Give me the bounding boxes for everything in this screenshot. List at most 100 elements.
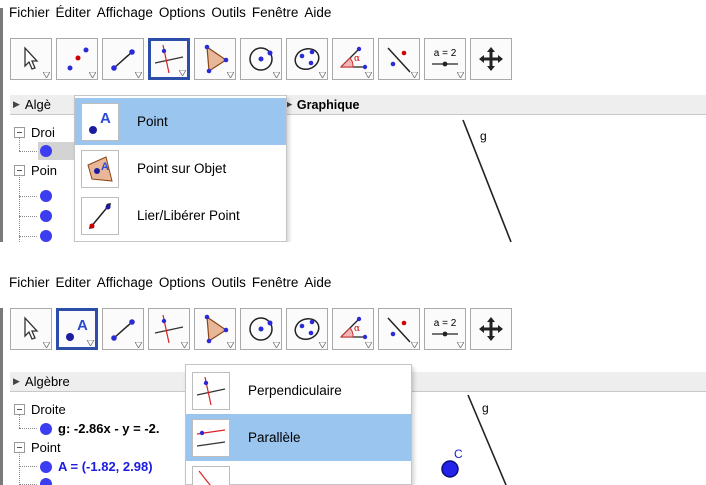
menu-item-perpendicular-bisector[interactable] [186, 461, 411, 485]
menu-bar: Fichier Editer Affichage Options Outils … [0, 270, 706, 294]
menu-item-label: Lier/Libérer Point [137, 208, 240, 223]
graphics-view[interactable] [285, 116, 706, 242]
svg-text:A: A [100, 110, 111, 127]
tool-line[interactable] [102, 38, 144, 80]
algebra-title: Algèbre [24, 374, 70, 389]
point-c[interactable] [441, 460, 459, 478]
polygon-icon [204, 314, 229, 344]
menu-item-point[interactable]: A Point [75, 98, 286, 145]
menu-outils[interactable]: Outils [208, 275, 249, 290]
menu-bar: Fichier Éditer Affichage Options Outils … [0, 0, 706, 24]
tool-move[interactable] [10, 38, 52, 80]
menu-aide[interactable]: Aide [301, 5, 334, 20]
menu-options[interactable]: Options [156, 275, 209, 290]
tool-conic[interactable] [286, 38, 328, 80]
tool-circle[interactable] [240, 38, 282, 80]
line-g[interactable] [462, 119, 512, 242]
svg-text:α: α [354, 324, 360, 334]
point-icon: A [81, 102, 119, 141]
tool-point[interactable]: A [56, 308, 98, 350]
collapse-arrow-icon[interactable]: ▶ [13, 376, 20, 387]
menu-options[interactable]: Options [156, 5, 209, 20]
visibility-dot-icon[interactable] [40, 190, 52, 202]
slider-label: a = 2 [434, 48, 457, 59]
tool-circle[interactable] [240, 308, 282, 350]
slider-icon: a = 2 [432, 48, 458, 67]
tree-group-label: Point [31, 440, 61, 455]
menu-affichage[interactable]: Affichage [94, 275, 156, 290]
menu-item-perpendicular[interactable]: Perpendiculaire [186, 367, 411, 414]
svg-text:α: α [354, 54, 360, 64]
visibility-dot-icon[interactable] [40, 478, 52, 485]
tool-angle[interactable]: α [332, 38, 374, 80]
perpendicular-line-icon [192, 371, 230, 410]
tree-item-line-g[interactable]: g: -2.86x - y = -2. [40, 421, 160, 436]
graphics-view[interactable] [440, 393, 706, 485]
menu-item-label: Perpendiculaire [248, 383, 342, 398]
menu-fenetre[interactable]: Fenêtre [249, 5, 302, 20]
tree-item-label: g: -2.86x - y = -2. [58, 421, 160, 436]
tool-move-graphics[interactable] [470, 38, 512, 80]
tool-polygon[interactable] [194, 38, 236, 80]
tool-angle[interactable]: α [332, 308, 374, 350]
slider-label: a = 2 [434, 318, 457, 329]
reflect-icon [387, 47, 411, 73]
circle-icon [249, 317, 273, 341]
tree-group-droite[interactable]: Droite [14, 402, 66, 417]
collapse-arrow-icon[interactable]: ▶ [13, 99, 20, 110]
move-icon [24, 46, 39, 70]
tool-perpendicular[interactable] [148, 38, 190, 80]
menu-item-attach-detach[interactable]: Lier/Libérer Point [75, 192, 286, 239]
menu-item-parallel[interactable]: Parallèle [186, 414, 411, 461]
conic-icon [294, 47, 320, 71]
tree-group-point[interactable]: Poin [14, 163, 57, 178]
tree-connector [19, 236, 37, 237]
bottom-window: Fichier Editer Affichage Options Outils … [0, 268, 706, 485]
tool-perpendicular[interactable] [148, 308, 190, 350]
menu-item-label: Point [137, 114, 168, 129]
tool-point[interactable] [56, 38, 98, 80]
menu-item-point-on-object[interactable]: A Point sur Objet [75, 145, 286, 192]
menu-fichier[interactable]: Fichier [6, 5, 53, 20]
menu-editer[interactable]: Editer [53, 275, 94, 290]
visibility-dot-icon[interactable] [40, 145, 52, 157]
perpendicular-line-icon [154, 314, 184, 344]
visibility-dot-icon[interactable] [40, 210, 52, 222]
tree-group-droite[interactable]: Droi [14, 125, 55, 140]
tree-item-point-a[interactable]: A = (-1.82, 2.98) [40, 459, 153, 474]
menu-aide[interactable]: Aide [301, 275, 334, 290]
menu-fenetre[interactable]: Fenêtre [249, 275, 302, 290]
tool-reflect[interactable] [378, 308, 420, 350]
tree-group-point[interactable]: Point [14, 440, 61, 455]
tree-connector [19, 414, 20, 428]
tool-conic[interactable] [286, 308, 328, 350]
top-window: Fichier Éditer Affichage Options Outils … [0, 0, 706, 242]
tool-move[interactable] [10, 308, 52, 350]
tool-slider[interactable]: a = 2 [424, 38, 466, 80]
polygon-icon [204, 44, 229, 74]
circle-icon [249, 47, 273, 71]
tool-line[interactable] [102, 308, 144, 350]
conic-icon [294, 317, 320, 341]
menu-affichage[interactable]: Affichage [94, 5, 156, 20]
tool-polygon[interactable] [194, 308, 236, 350]
tool-reflect[interactable] [378, 38, 420, 80]
tool-dropdown-menu: Perpendiculaire Parallèle [185, 364, 412, 485]
line-g-label: g [482, 401, 489, 415]
points-icon [67, 47, 89, 71]
visibility-dot-icon[interactable] [40, 230, 52, 242]
angle-icon: α [339, 46, 368, 70]
menu-item-label: Parallèle [248, 430, 301, 445]
tool-slider[interactable]: a = 2 [424, 308, 466, 350]
menu-fichier[interactable]: Fichier [6, 275, 53, 290]
window-edge [0, 308, 3, 485]
tree-connector [19, 428, 37, 429]
tool-move-graphics[interactable] [470, 308, 512, 350]
line-icon [111, 49, 135, 71]
menu-outils[interactable]: Outils [208, 5, 249, 20]
menu-editer[interactable]: Éditer [53, 5, 94, 20]
visibility-dot-icon[interactable] [40, 422, 52, 435]
visibility-dot-icon[interactable] [40, 460, 52, 473]
tree-connector [19, 137, 20, 151]
graphics-title: Graphique [296, 97, 360, 112]
